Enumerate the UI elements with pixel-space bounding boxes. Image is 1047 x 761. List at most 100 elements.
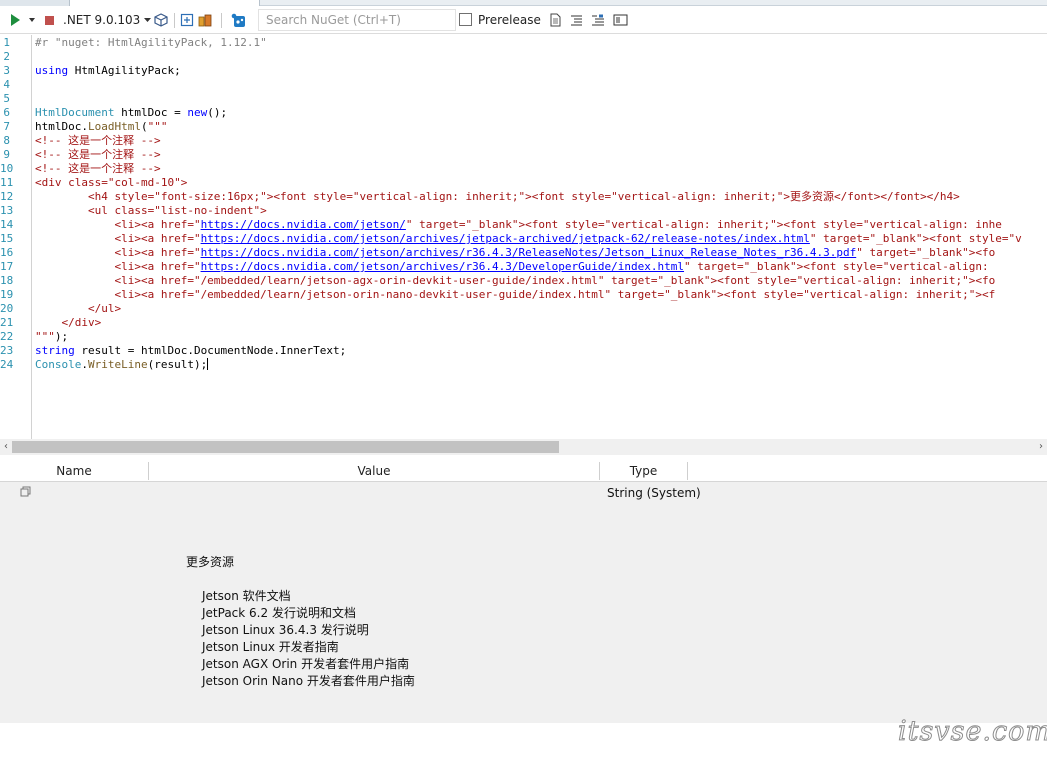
line-number: 4 xyxy=(3,78,10,91)
code-string: <li><a href=" xyxy=(35,260,201,273)
results-panel: Name Value Type String (System) 更多资源 Jet… xyxy=(0,458,1047,723)
text-caret xyxy=(207,358,209,370)
code-string: <li><a href=" xyxy=(35,232,201,245)
lines-list-icon xyxy=(571,14,582,26)
line-number: 15 xyxy=(0,232,14,245)
code-string: <ul class="list-no-indent"> xyxy=(35,204,267,217)
line-number: 18 xyxy=(0,274,14,287)
code-text-run: . xyxy=(81,358,88,371)
code-string: " target="_blank"><font style="vertical-… xyxy=(405,218,1002,231)
code-keyword: new xyxy=(187,106,208,119)
result-line: JetPack 6.2 发行说明和文档 xyxy=(202,606,356,620)
code-type: Console xyxy=(35,358,82,371)
column-header-value[interactable]: Value xyxy=(149,458,599,482)
column-divider[interactable] xyxy=(687,462,688,480)
run-button[interactable] xyxy=(9,6,21,34)
package-manager-button[interactable] xyxy=(154,6,168,34)
line-number: 10 xyxy=(0,162,14,175)
scroll-right-arrow-icon[interactable]: › xyxy=(1035,439,1047,455)
copy-icon[interactable] xyxy=(20,486,31,497)
code-text-run: (); xyxy=(207,106,228,119)
line-number: 19 xyxy=(0,288,14,301)
outline-button[interactable] xyxy=(591,6,605,34)
prerelease-label: Prerelease xyxy=(478,6,541,34)
code-text-run: (result); xyxy=(147,358,208,371)
scrollbar-thumb[interactable] xyxy=(12,441,559,453)
document-icon xyxy=(550,13,561,27)
line-number: 2 xyxy=(3,50,10,63)
line-number: 13 xyxy=(0,204,14,217)
line-number: 7 xyxy=(3,120,10,133)
code-text-run: HtmlAgilityPack; xyxy=(68,64,181,77)
references-button[interactable] xyxy=(198,6,213,34)
line-number: 14 xyxy=(0,218,14,231)
code-text[interactable]: #r "nuget: HtmlAgilityPack, 1.12.1" usin… xyxy=(35,36,1022,372)
code-keyword: using xyxy=(35,64,69,77)
code-method: WriteLine xyxy=(87,358,148,371)
code-string: " target="_blank"><font style="v xyxy=(809,232,1022,245)
code-string: <li><a href=" xyxy=(35,246,201,259)
result-heading: 更多资源 xyxy=(186,555,235,569)
results-panel-button[interactable] xyxy=(613,6,628,34)
code-string: <!-- 这是一个注释 --> xyxy=(35,162,161,175)
panel-window-icon xyxy=(613,14,628,26)
watermark: itsvse.com xyxy=(898,716,1047,748)
code-text-run: htmlDoc = xyxy=(114,106,188,119)
toolbar-separator xyxy=(174,13,175,28)
run-options-dropdown[interactable] xyxy=(29,6,36,34)
code-directive: #r "nuget: HtmlAgilityPack, 1.12.1" xyxy=(35,36,267,49)
result-line: Jetson Linux 开发者指南 xyxy=(202,640,339,654)
code-string: " target="_blank"><fo xyxy=(856,246,996,259)
namespace-imports-button[interactable] xyxy=(180,6,194,34)
line-number: 11 xyxy=(0,176,14,189)
document-button[interactable] xyxy=(549,6,561,34)
code-string: <h4 style="font-size:16px;"><font style=… xyxy=(35,190,960,203)
code-editor[interactable]: 1 2 3 4 5 6 7 8 9 10 11 12 13 14 15 16 1… xyxy=(0,35,1047,439)
code-type: HtmlDocument xyxy=(35,106,115,119)
code-url-link[interactable]: https://docs.nvidia.com/jetson/archives/… xyxy=(201,246,857,259)
result-line: Jetson 软件文档 xyxy=(202,589,291,603)
code-string: <li><a href=" xyxy=(35,218,201,231)
prerelease-label-text: Prerelease xyxy=(478,13,541,27)
line-number: 5 xyxy=(3,92,10,105)
code-string: <li><a href="/embedded/learn/jetson-orin… xyxy=(35,288,996,301)
package-cube-icon xyxy=(154,13,168,27)
line-number-gutter: 1 2 3 4 5 6 7 8 9 10 11 12 13 14 15 16 1… xyxy=(0,35,32,439)
code-method: LoadHtml xyxy=(87,120,141,133)
code-text-run: ); xyxy=(54,330,69,343)
code-url-link[interactable]: https://docs.nvidia.com/jetson/archives/… xyxy=(201,260,684,273)
line-number: 16 xyxy=(0,246,14,259)
code-string: <div class="col-md-10"> xyxy=(35,176,188,189)
runtime-selector[interactable]: .NET 9.0.103 xyxy=(63,6,152,34)
code-string: <li><a href="/embedded/learn/jetson-agx-… xyxy=(35,274,996,287)
column-header-name[interactable]: Name xyxy=(0,458,148,482)
code-keyword: string xyxy=(35,344,75,357)
code-url-link[interactable]: https://docs.nvidia.com/jetson/ xyxy=(201,218,406,231)
editor-horizontal-scrollbar[interactable]: ‹ › xyxy=(0,439,1047,455)
line-number: 9 xyxy=(3,148,10,161)
line-number: 22 xyxy=(0,330,14,343)
prerelease-checkbox[interactable] xyxy=(459,13,472,26)
scroll-left-arrow-icon[interactable]: ‹ xyxy=(0,439,12,455)
result-line: Jetson Linux 36.4.3 发行说明 xyxy=(202,623,369,637)
code-url-link[interactable]: https://docs.nvidia.com/jetson/archives/… xyxy=(201,232,810,245)
stop-button[interactable] xyxy=(44,6,55,34)
runtime-label: .NET 9.0.103 xyxy=(63,13,141,27)
line-number: 3 xyxy=(3,64,10,77)
nuget-button[interactable] xyxy=(231,6,246,34)
play-icon xyxy=(11,14,20,26)
line-number: 24 xyxy=(0,358,14,371)
line-number: 20 xyxy=(0,302,14,315)
column-header-type[interactable]: Type xyxy=(600,458,687,482)
import-box-icon xyxy=(180,13,194,27)
code-text-run: htmlDoc. xyxy=(35,120,88,133)
format-lines-button[interactable] xyxy=(570,6,583,34)
code-string: """ xyxy=(35,330,55,343)
nuget-icon xyxy=(231,13,245,27)
line-number: 21 xyxy=(0,316,14,329)
result-line: Jetson Orin Nano 开发者套件用户指南 xyxy=(202,674,415,688)
line-number: 23 xyxy=(0,344,14,357)
linqpad-window: .NET 9.0.103 Search NuGet (Ctrl+T) Prere… xyxy=(0,0,1047,761)
nuget-search-input[interactable]: Search NuGet (Ctrl+T) xyxy=(258,9,456,31)
code-text-run: result = htmlDoc.DocumentNode.InnerText; xyxy=(74,344,347,357)
